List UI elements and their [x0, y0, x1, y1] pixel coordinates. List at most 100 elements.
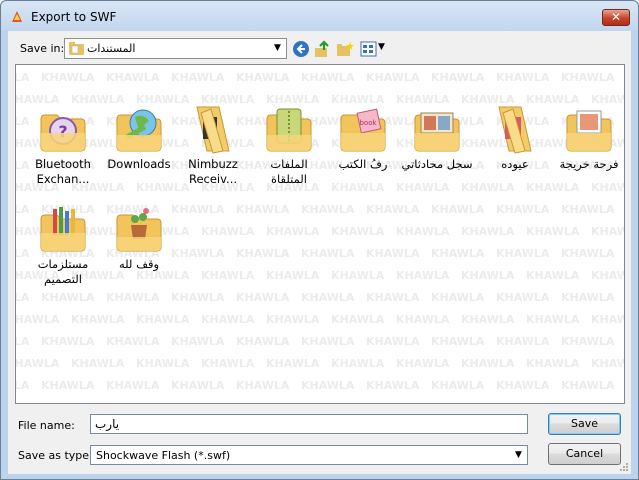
- watermark-text: KHAWLA: [266, 269, 320, 282]
- watermark-text: KHAWLA: [171, 291, 225, 304]
- watermark-text: KHAWLA: [41, 291, 95, 304]
- watermark-text: KHAWLA: [396, 269, 450, 282]
- watermark-text: KHAWLA: [526, 181, 580, 194]
- watermark-text: KHAWLA: [266, 225, 320, 238]
- save-as-type-value: Shockwave Flash (*.swf): [96, 449, 231, 462]
- watermark-text: KHAWLA: [366, 335, 420, 348]
- watermark-text: KHAWLA: [301, 247, 355, 260]
- item-label: عيوده: [501, 157, 529, 171]
- watermark-text: KHAWLA: [561, 71, 615, 84]
- views-icon[interactable]: [360, 40, 378, 58]
- watermark-text: KHAWLA: [591, 269, 624, 282]
- up-folder-icon[interactable]: [314, 40, 332, 58]
- save-button[interactable]: Save: [548, 413, 621, 435]
- watermark-text: KHAWLA: [496, 335, 550, 348]
- watermark-text: KHAWLA: [431, 335, 485, 348]
- new-folder-icon[interactable]: [336, 40, 354, 58]
- watermark-text: KHAWLA: [331, 269, 385, 282]
- watermark-text: KHAWLA: [561, 335, 615, 348]
- watermark-text: KHAWLA: [16, 401, 71, 403]
- file-list[interactable]: KHAWLA KHAWLA KHAWLA KHAWLA KHAWLA KHAWLA KHAW…: [15, 64, 625, 404]
- item-label: وقف لله: [118, 257, 160, 271]
- watermark-text: KHAWLA: [461, 181, 515, 194]
- cancel-button[interactable]: Cancel: [548, 443, 621, 465]
- watermark-text: KHAWLA: [461, 401, 526, 403]
- item-label: Downloads: [107, 157, 171, 171]
- picture-folder-icon: [566, 110, 612, 152]
- list-item[interactable]: فرحة خريجة: [552, 103, 624, 172]
- watermark-text: KHAWLA: [366, 379, 420, 392]
- list-item[interactable]: Downloads: [102, 103, 176, 172]
- item-label: الملفات المتلقاة: [270, 157, 308, 186]
- watermark-text: KHAWLA: [526, 313, 580, 326]
- watermark-text: KHAWLA: [331, 181, 385, 194]
- watermark-text: KHAWLA: [15, 291, 30, 304]
- watermark-text: KHAWLA: [366, 203, 420, 216]
- watermark-text: KHAWLA: [496, 247, 550, 260]
- views-dropdown-icon[interactable]: ▼: [378, 42, 385, 52]
- watermark-text: KHAWLA: [366, 247, 420, 260]
- list-item[interactable]: book رفُ الكتب: [326, 103, 400, 172]
- folder-icon: [196, 106, 230, 154]
- watermark-text: KHAWLA: [431, 247, 485, 260]
- watermark-text: KHAWLA: [15, 71, 30, 84]
- file-name-label: File name:: [18, 419, 75, 432]
- watermark-text: KHAWLA: [236, 379, 290, 392]
- list-item[interactable]: عيوده: [478, 103, 552, 172]
- watermark-text: KHAWLA: [496, 71, 550, 84]
- watermark-text: KHAWLA: [526, 401, 591, 403]
- chevron-down-icon[interactable]: ▼: [269, 39, 286, 58]
- watermark-text: KHAWLA: [236, 247, 290, 260]
- watermark-text: KHAWLA: [496, 291, 550, 304]
- watermark-text: KHAWLA: [201, 313, 255, 326]
- watermark-text: KHAWLA: [15, 379, 30, 392]
- file-name-input[interactable]: يارب: [90, 414, 528, 434]
- list-item[interactable]: الملفات المتلقاة: [252, 103, 326, 187]
- list-item[interactable]: مستلزمات التصميم: [26, 203, 100, 287]
- watermark-text: KHAWLA: [396, 313, 450, 326]
- watermark-text: KHAWLA: [331, 357, 385, 370]
- watermark-text: KHAWLA: [396, 225, 450, 238]
- watermark-text: KHAWLA: [106, 379, 160, 392]
- watermark-text: KHAWLA: [266, 401, 331, 403]
- watermark-text: KHAWLA: [496, 203, 550, 216]
- photos-folder-icon: [414, 112, 460, 152]
- watermark-text: KHAWLA: [301, 335, 355, 348]
- list-item[interactable]: سجل محادثاتي: [400, 103, 474, 172]
- watermark-text: KHAWLA: [561, 291, 615, 304]
- watermark-text: KHAWLA: [561, 203, 615, 216]
- watermark-text: KHAWLA: [41, 335, 95, 348]
- window-title: Export to SWF: [31, 10, 117, 24]
- watermark-text: KHAWLA: [366, 291, 420, 304]
- book-folder-icon: book: [340, 108, 386, 152]
- save-in-dropdown[interactable]: المستندات ▼: [64, 38, 287, 59]
- watermark-text: KHAWLA: [431, 291, 485, 304]
- watermark-text: KHAWLA: [106, 291, 160, 304]
- close-button[interactable]: ✕: [602, 9, 630, 26]
- pencils-folder-icon: [40, 207, 86, 252]
- resize-grip-icon[interactable]: [619, 462, 629, 472]
- list-item[interactable]: Nimbuzz Receiv...: [176, 103, 250, 187]
- question-folder-icon: ?: [40, 114, 86, 152]
- watermark-text: KHAWLA: [71, 313, 125, 326]
- watermark-text: KHAWLA: [201, 269, 255, 282]
- watermark-row: KHAWLA KHAWLA KHAWLA KHAWLA KHAWLA KHAWLA KHAW…: [15, 291, 624, 304]
- watermark-text: KHAWLA: [591, 401, 624, 403]
- watermark-text: KHAWLA: [136, 357, 190, 370]
- watermark-text: KHAWLA: [171, 335, 225, 348]
- watermark-text: KHAWLA: [526, 269, 580, 282]
- watermark-text: KHAWLA: [236, 71, 290, 84]
- title-bar[interactable]: Export to SWF ✕: [1, 1, 638, 31]
- save-as-type-dropdown[interactable]: Shockwave Flash (*.swf) ▼: [90, 445, 528, 465]
- watermark-text: KHAWLA: [591, 357, 624, 370]
- watermark-text: KHAWLA: [431, 203, 485, 216]
- watermark-row: KHAWLA KHAWLA KHAWLA KHAWLA KHAWLA KHAWLA KHAW…: [15, 379, 624, 392]
- watermark-text: KHAWLA: [431, 379, 485, 392]
- back-icon[interactable]: [292, 40, 310, 58]
- list-item[interactable]: ? Bluetooth Exchan...: [26, 103, 100, 187]
- list-item[interactable]: وقف لله: [102, 203, 176, 272]
- watermark-text: KHAWLA: [236, 291, 290, 304]
- watermark-text: KHAWLA: [236, 203, 290, 216]
- watermark-text: KHAWLA: [106, 335, 160, 348]
- chevron-down-icon[interactable]: ▼: [510, 446, 527, 465]
